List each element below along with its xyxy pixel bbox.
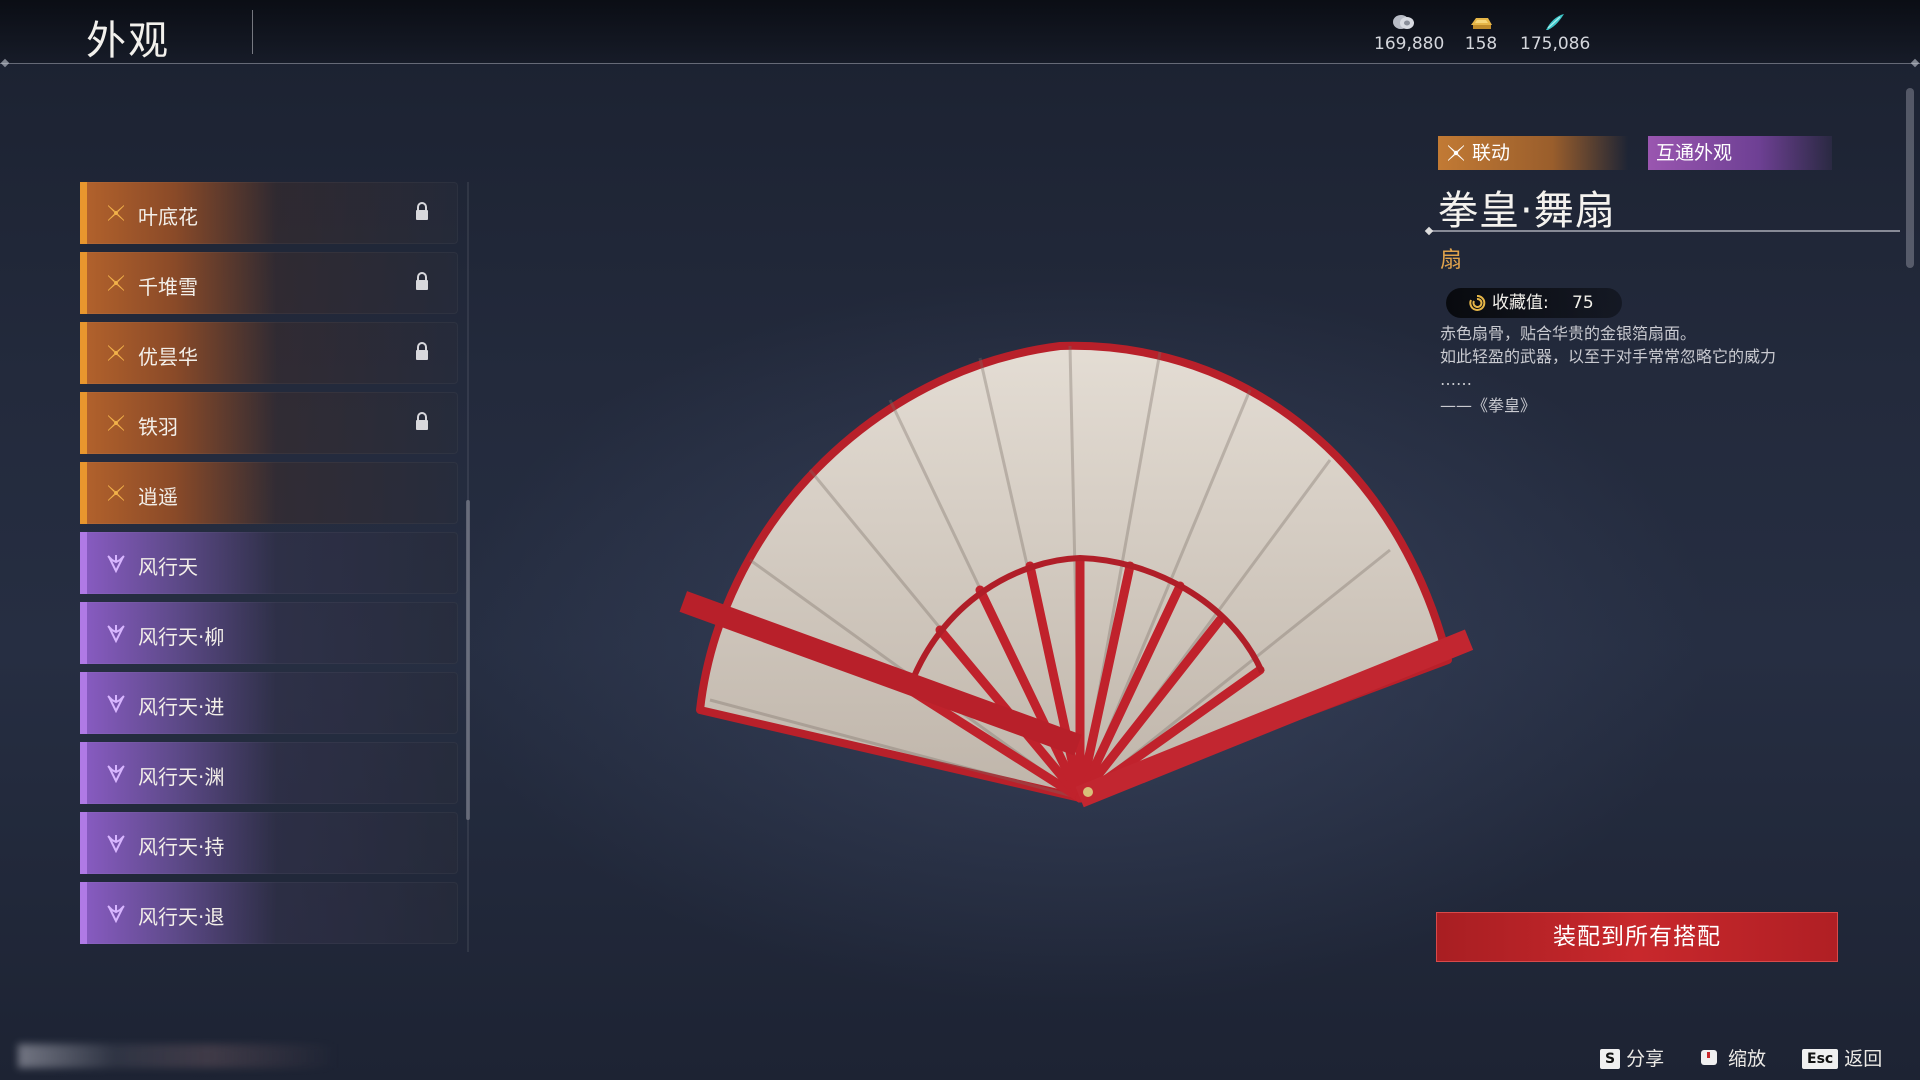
top-bar bbox=[0, 0, 1920, 64]
back-key: Esc bbox=[1802, 1049, 1839, 1069]
list-item[interactable]: 风行天·柳 bbox=[80, 602, 458, 664]
rarity-edge bbox=[80, 602, 87, 664]
purple-flower-icon bbox=[107, 835, 125, 853]
list-item-label: 风行天 bbox=[138, 555, 198, 579]
collection-swirl-icon bbox=[1469, 294, 1486, 311]
rarity-edge bbox=[80, 742, 87, 804]
rarity-edge bbox=[80, 322, 87, 384]
item-description: 赤色扇骨，贴合华贵的金银箔扇面。 如此轻盈的武器，以至于对手常常忽略它的威力 …… bbox=[1440, 322, 1880, 391]
list-item-label: 风行天·进 bbox=[138, 695, 225, 719]
purple-flower-icon bbox=[107, 625, 125, 643]
currency-gold-value: 158 bbox=[1464, 34, 1498, 54]
list-item[interactable]: 优昙华 bbox=[80, 322, 458, 384]
list-item[interactable]: 叶底花 bbox=[80, 182, 458, 244]
list-item-label: 风行天·持 bbox=[138, 835, 225, 859]
appearance-list: 叶底花 千堆雪 优昙华 铁羽 逍遥 风行天 风行天·柳 风行天·进 风行天·渊 … bbox=[80, 182, 460, 952]
rarity-edge bbox=[80, 882, 87, 944]
share-key: S bbox=[1600, 1049, 1621, 1069]
list-item-label: 风行天·柳 bbox=[138, 625, 225, 649]
gold-ingot-icon bbox=[1471, 18, 1492, 29]
currency-gold: 158 bbox=[1456, 12, 1506, 54]
blurred-user-info bbox=[18, 1044, 338, 1068]
item-type: 扇 bbox=[1440, 248, 1463, 273]
list-item-label: 逍遥 bbox=[138, 485, 178, 509]
purple-flower-icon bbox=[107, 555, 125, 573]
collab-star-icon bbox=[108, 205, 124, 221]
right-edge-scroll bbox=[1906, 88, 1914, 268]
silver-coin-icon bbox=[1393, 15, 1414, 29]
list-item[interactable]: 逍遥 bbox=[80, 462, 458, 524]
back-label: 返回 bbox=[1844, 1048, 1883, 1070]
share-hint[interactable]: S 分享 bbox=[1600, 1044, 1664, 1071]
collab-tag: 联动 bbox=[1438, 136, 1628, 170]
lock-icon bbox=[416, 202, 428, 220]
jade-feather-icon bbox=[1546, 14, 1564, 30]
item-name: 拳皇·舞扇 bbox=[1438, 188, 1616, 234]
collab-tag-label: 联动 bbox=[1472, 142, 1511, 164]
collection-value: 75 bbox=[1572, 293, 1594, 313]
rarity-edge bbox=[80, 252, 87, 314]
currency-jade-value: 175,086 bbox=[1520, 34, 1591, 54]
list-item[interactable]: 风行天·持 bbox=[80, 812, 458, 874]
equip-all-outfits-button[interactable]: 装配到所有搭配 bbox=[1436, 912, 1838, 962]
list-item-label: 铁羽 bbox=[138, 415, 178, 439]
top-divider bbox=[0, 63, 1920, 64]
lock-icon bbox=[416, 272, 428, 290]
rarity-edge bbox=[80, 672, 87, 734]
list-scrollbar-thumb[interactable] bbox=[466, 500, 470, 820]
back-hint[interactable]: Esc 返回 bbox=[1802, 1044, 1882, 1071]
list-item-label: 叶底花 bbox=[138, 205, 198, 229]
purple-flower-icon bbox=[107, 905, 125, 923]
collab-star-icon bbox=[108, 275, 124, 291]
rarity-edge bbox=[80, 462, 87, 524]
rarity-edge bbox=[80, 182, 87, 244]
currency-silver-value: 169,880 bbox=[1374, 34, 1445, 54]
mouse-wheel-icon bbox=[1701, 1050, 1717, 1065]
list-item[interactable]: 千堆雪 bbox=[80, 252, 458, 314]
list-item[interactable]: 风行天·进 bbox=[80, 672, 458, 734]
fan-preview[interactable] bbox=[640, 330, 1500, 860]
share-label: 分享 bbox=[1626, 1048, 1665, 1070]
description-line: 如此轻盈的武器，以至于对手常常忽略它的威力 bbox=[1440, 347, 1777, 366]
list-item-label: 优昙华 bbox=[138, 345, 198, 369]
title-separator bbox=[252, 10, 253, 54]
collab-star-icon bbox=[108, 345, 124, 361]
rarity-edge bbox=[80, 812, 87, 874]
zoom-hint[interactable]: 缩放 bbox=[1698, 1044, 1766, 1071]
list-item-label: 千堆雪 bbox=[138, 275, 198, 299]
page-title: 外观 bbox=[86, 18, 170, 64]
rarity-edge bbox=[80, 532, 87, 594]
list-item-label: 风行天·渊 bbox=[138, 765, 225, 789]
fan-leaf bbox=[696, 341, 1452, 802]
description-line: 赤色扇骨，贴合华贵的金银箔扇面。 bbox=[1440, 324, 1697, 343]
list-item[interactable]: 风行天·退 bbox=[80, 882, 458, 944]
rarity-edge bbox=[80, 392, 87, 454]
collab-star-icon bbox=[1448, 145, 1464, 161]
item-source: ——《拳皇》 bbox=[1440, 396, 1537, 415]
list-item[interactable]: 风行天·渊 bbox=[80, 742, 458, 804]
collab-star-icon bbox=[108, 485, 124, 501]
collab-star-icon bbox=[108, 415, 124, 431]
purple-flower-icon bbox=[107, 695, 125, 713]
currency-jade: 175,086 bbox=[1520, 12, 1590, 54]
purple-flower-icon bbox=[107, 765, 125, 783]
description-line: …… bbox=[1440, 370, 1472, 389]
currency-silver: 169,880 bbox=[1374, 12, 1444, 54]
collection-label: 收藏值: bbox=[1492, 293, 1549, 313]
list-item-label: 风行天·退 bbox=[138, 905, 225, 929]
lock-icon bbox=[416, 342, 428, 360]
collection-value-badge: 收藏值: 75 bbox=[1446, 288, 1622, 318]
lock-icon bbox=[416, 412, 428, 430]
shared-tag-label: 互通外观 bbox=[1656, 142, 1733, 164]
list-item[interactable]: 铁羽 bbox=[80, 392, 458, 454]
name-divider bbox=[1428, 230, 1900, 232]
zoom-label: 缩放 bbox=[1728, 1048, 1767, 1070]
list-item[interactable]: 风行天 bbox=[80, 532, 458, 594]
shared-appearance-tag: 互通外观 bbox=[1648, 136, 1832, 170]
